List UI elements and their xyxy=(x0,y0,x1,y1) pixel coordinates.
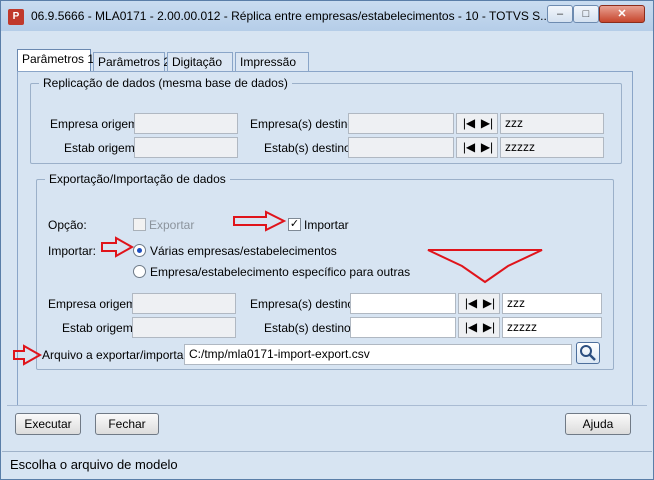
first-record-icon[interactable]: |◀ xyxy=(461,116,477,131)
status-bar: Escolha o arquivo de modelo xyxy=(2,451,652,479)
importar-mode-label: Importar: xyxy=(48,244,97,258)
exp-estab-destino-label: Estab(s) destino: xyxy=(264,321,355,335)
rep-estab-origem-label: Estab origem: xyxy=(64,141,139,155)
rep-empresa-origem-field[interactable] xyxy=(134,113,238,134)
app-icon: P xyxy=(8,9,24,25)
opcao-label: Opção: xyxy=(48,218,87,232)
radio-selected-dot xyxy=(137,248,142,253)
browse-file-button[interactable] xyxy=(576,342,600,364)
arquivo-field[interactable]: C:/tmp/mla0171-import-export.csv xyxy=(184,344,572,365)
rep-empresa-origem-label: Empresa origem: xyxy=(50,117,142,131)
importar-label: Importar xyxy=(304,218,349,232)
exp-empresa-origem-label: Empresa origem: xyxy=(48,297,140,311)
rep-empresa-destino-label: Empresa(s) destino: xyxy=(250,117,358,131)
radio-empresa-especifica-label: Empresa/estabelecimento específico para … xyxy=(150,265,411,279)
annotation-arrow-right-icon xyxy=(233,210,287,232)
maximize-button[interactable]: □ xyxy=(573,5,599,23)
exportar-checkbox[interactable] xyxy=(133,218,146,231)
tab-panel-parametros-1: Replicação de dados (mesma base de dados… xyxy=(13,71,633,416)
rep-estab-destino-field[interactable] xyxy=(348,137,454,158)
tab-digitacao[interactable]: Digitação xyxy=(167,52,233,72)
main-window: P 06.9.5666 - MLA0171 - 2.00.00.012 - Ré… xyxy=(0,0,654,480)
rep-estab-origem-field[interactable] xyxy=(134,137,238,158)
first-record-icon[interactable]: |◀ xyxy=(463,320,479,335)
rep-estab-destino-label: Estab(s) destino: xyxy=(264,141,355,155)
annotation-arrow-down-icon xyxy=(427,249,543,284)
export-import-group-legend: Exportação/Importação de dados xyxy=(49,172,226,186)
exp-empresa-destino-field[interactable] xyxy=(350,293,456,314)
exportar-label: Exportar xyxy=(149,218,195,232)
close-button[interactable]: ✕ xyxy=(599,5,645,23)
exp-estab-destino-field[interactable] xyxy=(350,317,456,338)
last-record-icon[interactable]: ▶| xyxy=(479,116,495,131)
exp-empresa-nav: |◀ ▶| xyxy=(458,293,500,314)
tab-parametros-1[interactable]: Parâmetros 1 xyxy=(17,49,94,73)
fechar-button[interactable]: Fechar xyxy=(95,413,159,435)
annotation-arrow-right-icon xyxy=(13,344,42,366)
rep-estab-nav: |◀ ▶| xyxy=(456,137,498,158)
radio-empresa-especifica[interactable] xyxy=(133,265,146,278)
first-record-icon[interactable]: |◀ xyxy=(461,140,477,155)
exp-empresa-origem-field[interactable] xyxy=(132,293,236,314)
first-record-icon[interactable]: |◀ xyxy=(463,296,479,311)
last-record-icon[interactable]: ▶| xyxy=(479,140,495,155)
last-record-icon[interactable]: ▶| xyxy=(481,320,497,335)
importar-checkbox[interactable]: ✓ xyxy=(288,218,301,231)
exp-estab-origem-field[interactable] xyxy=(132,317,236,338)
radio-varias-empresas[interactable] xyxy=(133,244,146,257)
exp-empresa-destino-label: Empresa(s) destino: xyxy=(250,297,358,311)
exp-estab-origem-label: Estab origem: xyxy=(62,321,137,335)
title-bar[interactable]: P 06.9.5666 - MLA0171 - 2.00.00.012 - Ré… xyxy=(1,1,653,31)
tab-impressao[interactable]: Impressão xyxy=(235,52,309,72)
executar-button[interactable]: Executar xyxy=(15,413,81,435)
arquivo-label: Arquivo a exportar/importar: xyxy=(42,348,191,362)
rep-estab-destino-code[interactable]: zzzzz xyxy=(500,137,604,158)
ajuda-button[interactable]: Ajuda xyxy=(565,413,631,435)
rep-empresa-nav: |◀ ▶| xyxy=(456,113,498,134)
file-browse-icon xyxy=(580,345,596,361)
button-bar: Executar Fechar Ajuda xyxy=(7,405,647,439)
replication-group-legend: Replicação de dados (mesma base de dados… xyxy=(43,76,288,90)
window-title: 06.9.5666 - MLA0171 - 2.00.00.012 - Répl… xyxy=(31,9,551,23)
rep-empresa-destino-code[interactable]: zzz xyxy=(500,113,604,134)
radio-varias-empresas-label: Várias empresas/estabelecimentos xyxy=(150,244,337,258)
exp-estab-nav: |◀ ▶| xyxy=(458,317,500,338)
exp-empresa-destino-code[interactable]: zzz xyxy=(502,293,602,314)
minimize-button[interactable]: – xyxy=(547,5,573,23)
client-area: Parâmetros 1 Parâmetros 2 Digitação Impr… xyxy=(7,31,647,449)
rep-empresa-destino-field[interactable] xyxy=(348,113,454,134)
last-record-icon[interactable]: ▶| xyxy=(481,296,497,311)
exp-estab-destino-code[interactable]: zzzzz xyxy=(502,317,602,338)
annotation-arrow-right-icon xyxy=(101,236,134,258)
tab-parametros-2[interactable]: Parâmetros 2 xyxy=(93,52,170,72)
